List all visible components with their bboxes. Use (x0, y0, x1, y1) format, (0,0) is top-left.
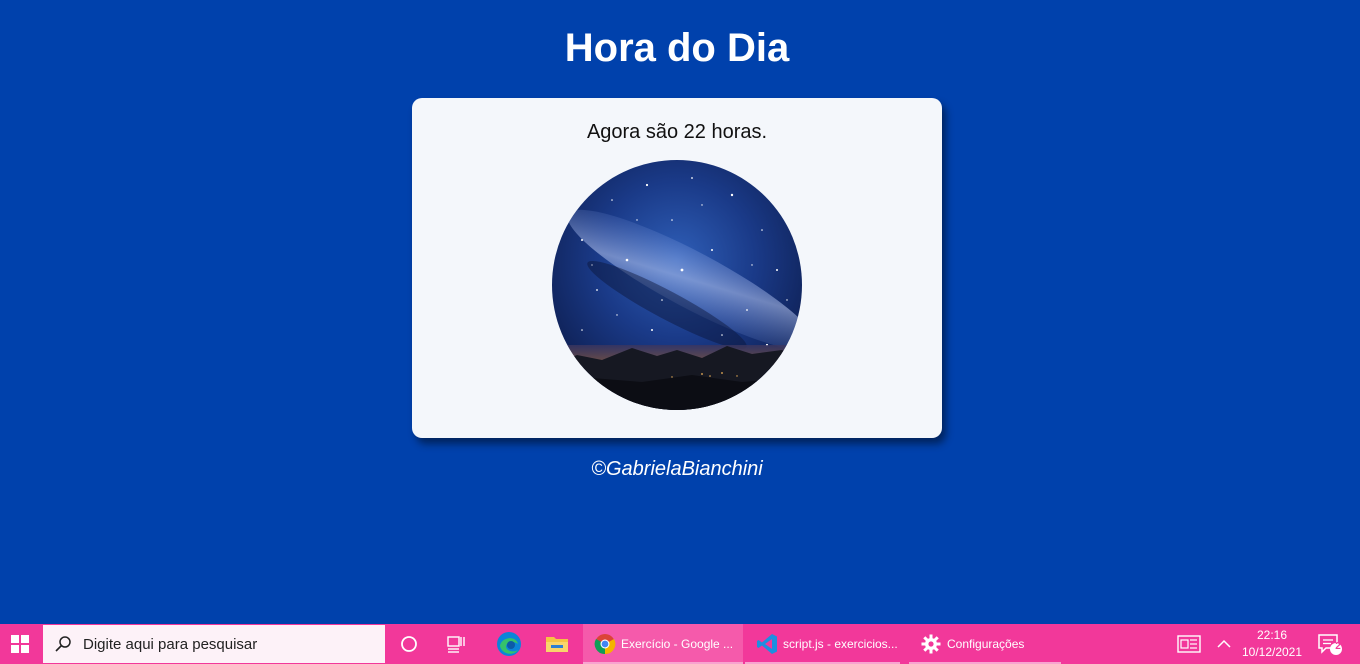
chevron-up-icon (1217, 639, 1231, 648)
file-explorer-icon (546, 637, 568, 652)
gear-icon (919, 632, 943, 656)
task-view-icon (447, 636, 465, 653)
notification-count: 2 (1335, 641, 1341, 652)
search-placeholder: Digite aqui para pesquisar (83, 635, 258, 653)
show-hidden-icons-button[interactable] (1210, 624, 1238, 664)
search-icon (53, 634, 73, 654)
cortana-icon (401, 636, 417, 652)
cortana-button[interactable] (386, 624, 432, 664)
browser-page: Hora do Dia Agora são 22 horas. ©Gabriel… (0, 0, 1360, 624)
news-button[interactable] (1170, 624, 1208, 664)
taskbar-app-settings[interactable]: Configurações (909, 624, 1061, 664)
edge-icon (497, 632, 521, 656)
taskbar-search-input[interactable]: Digite aqui para pesquisar (43, 625, 385, 663)
clock-date: 10/12/2021 (1241, 645, 1303, 659)
start-button[interactable] (0, 624, 40, 664)
clock-time: 22:16 (1256, 628, 1288, 642)
taskbar-clock[interactable]: 22:16 10/12/2021 (1240, 627, 1304, 661)
time-card: Agora são 22 horas. (412, 98, 942, 438)
taskbar-app-vscode[interactable]: script.js - exercicios... (745, 624, 900, 664)
taskbar: Digite aqui para pesquisar Exercício - G… (0, 624, 1360, 664)
taskbar-app-label: script.js - exercicios... (783, 637, 898, 651)
hour-message: Agora são 22 horas. (586, 121, 768, 143)
taskbar-app-label: Configurações (947, 637, 1025, 651)
notification-center-button[interactable]: 2 (1310, 624, 1350, 664)
taskbar-app-label: Exercício - Google ... (621, 637, 734, 651)
file-explorer-button[interactable] (534, 624, 580, 664)
vscode-icon (755, 632, 779, 656)
taskbar-app-chrome[interactable]: Exercício - Google ... (583, 624, 743, 664)
page-title: Hora do Dia (564, 26, 790, 70)
task-view-button[interactable] (434, 624, 480, 664)
news-icon (1177, 635, 1201, 653)
windows-icon (11, 635, 29, 653)
edge-button[interactable] (486, 624, 532, 664)
night-sky-image (552, 160, 802, 410)
chrome-icon (593, 632, 617, 656)
footer-credit: ©GabrielaBianchini (591, 458, 763, 480)
